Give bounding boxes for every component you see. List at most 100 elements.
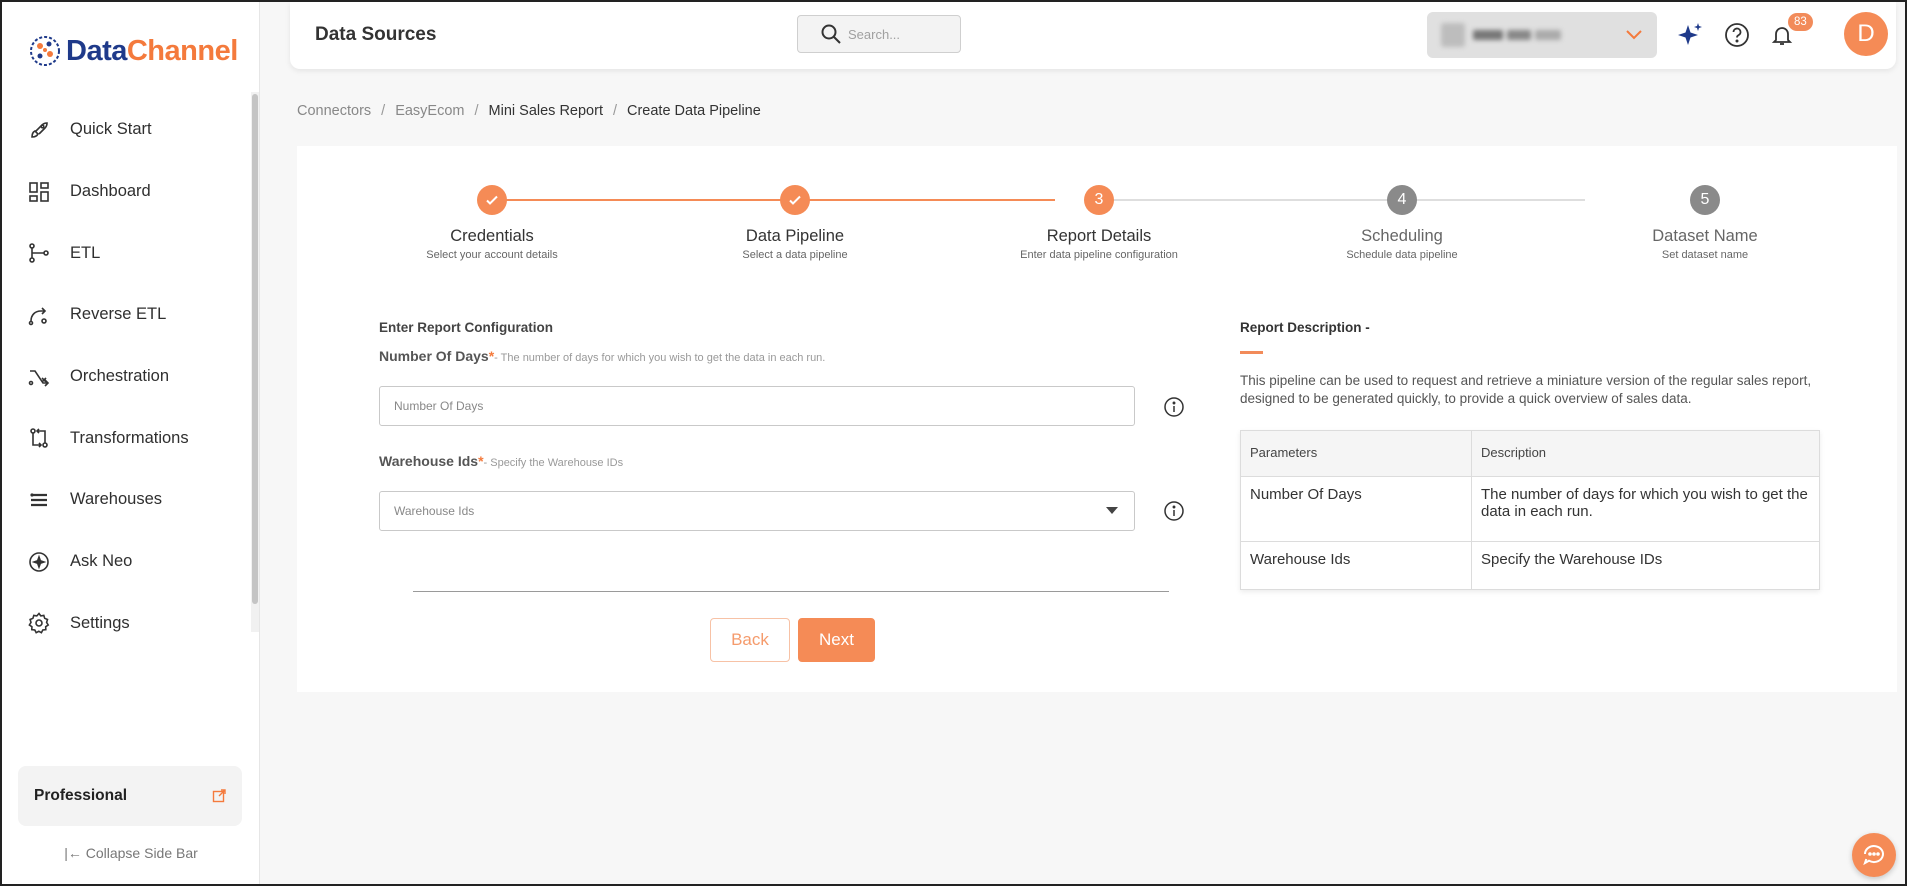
breadcrumb-easyecom[interactable]: EasyEcom [395, 103, 464, 119]
step-scheduling[interactable]: 4 Scheduling Schedule data pipeline [1252, 185, 1552, 261]
breadcrumb-create-pipeline: Create Data Pipeline [627, 103, 761, 119]
dropdown-arrow-icon [1106, 507, 1118, 514]
transformations-icon [26, 425, 52, 451]
sidebar-item-label: Dashboard [70, 182, 151, 201]
sparkles-icon [1678, 23, 1702, 45]
table-cell: Warehouse Ids [1240, 541, 1472, 590]
table-row: Warehouse Ids Specify the Warehouse IDs [1240, 541, 1820, 590]
step-number: 4 [1387, 185, 1417, 215]
workspace-name-blurred [1441, 23, 1561, 47]
sidebar-item-label: Ask Neo [70, 552, 133, 571]
next-button[interactable]: Next [798, 618, 875, 662]
help-button[interactable] [1722, 20, 1752, 50]
dashboard-icon [26, 179, 52, 205]
table-header-row: Parameters Description [1240, 430, 1820, 477]
page-title: Data Sources [315, 24, 437, 45]
info-icon[interactable] [1163, 500, 1185, 522]
sidebar-item-label: Orchestration [70, 367, 170, 386]
gear-icon [26, 610, 52, 636]
sidebar-item-quick-start[interactable]: Quick Start [2, 99, 252, 161]
label-text: Number Of Days [379, 348, 489, 364]
collapse-label: Collapse Side Bar [85, 845, 198, 861]
step-title: Report Details [1046, 227, 1152, 245]
warehouse-ids-label: Warehouse Ids*- Specify the Warehouse ID… [379, 453, 623, 469]
sidebar-item-transformations[interactable]: Transformations [2, 407, 252, 469]
collapse-sidebar-button[interactable]: |← Collapse Side Bar [2, 845, 260, 861]
step-title: Dataset Name [1652, 227, 1758, 245]
sidebar-item-etl[interactable]: ETL [2, 222, 252, 284]
step-dataset-name[interactable]: 5 Dataset Name Set dataset name [1555, 185, 1855, 261]
sidebar-item-dashboard[interactable]: Dashboard [2, 161, 252, 223]
number-of-days-label: Number Of Days*- The number of days for … [379, 348, 825, 364]
number-of-days-placeholder: Number Of Days [394, 399, 484, 413]
warehouse-ids-select[interactable]: Warehouse Ids [379, 491, 1135, 531]
sidebar-item-label: Settings [70, 613, 130, 632]
label-text: Warehouse Ids [379, 453, 479, 469]
plan-card[interactable]: Professional [18, 766, 242, 826]
check-icon [780, 185, 810, 215]
avatar[interactable]: D [1844, 12, 1888, 56]
sidebar-scrollbar[interactable] [252, 94, 258, 604]
sidebar-item-ask-neo[interactable]: Ask Neo [2, 531, 252, 593]
workspace-placeholder-bars [1473, 30, 1561, 40]
parameters-table: Parameters Description Number Of Days Th… [1240, 430, 1820, 590]
step-number: 5 [1690, 185, 1720, 215]
orchestration-icon [26, 364, 52, 390]
etl-icon [26, 240, 52, 266]
sidebar-item-label: Warehouses [70, 490, 163, 509]
step-title: Data Pipeline [745, 227, 845, 245]
number-of-days-field[interactable]: Number Of Days [379, 386, 1135, 426]
report-config-form: Enter Report Configuration Number Of Day… [379, 320, 1199, 531]
sidebar-item-settings[interactable]: Settings [2, 593, 252, 655]
form-divider [413, 591, 1169, 592]
search-box[interactable] [797, 15, 961, 53]
check-icon [477, 185, 507, 215]
table-cell: Specify the Warehouse IDs [1471, 541, 1820, 590]
breadcrumb-mini-sales-report[interactable]: Mini Sales Report [489, 103, 603, 119]
logo-text-channel: Channel [126, 34, 238, 67]
breadcrumb: Connectors / EasyEcom / Mini Sales Repor… [297, 103, 761, 119]
top-header: Data Sources 83 D [290, 2, 1896, 69]
logo-text: DataChannel [66, 35, 238, 68]
warehouse-ids-placeholder: Warehouse Ids [394, 504, 475, 518]
datachannel-logo-icon [30, 36, 60, 66]
step-report-details[interactable]: 3 Report Details Enter data pipeline con… [949, 185, 1249, 261]
back-button[interactable]: Back [710, 618, 790, 662]
sidebar-item-label: Reverse ETL [70, 305, 167, 324]
rocket-icon [26, 117, 52, 143]
ai-sparkle-button[interactable] [1675, 20, 1705, 50]
info-icon[interactable] [1163, 396, 1185, 418]
field-hint: - The number of days for which you wish … [494, 352, 826, 364]
search-input[interactable] [848, 26, 948, 42]
step-data-pipeline[interactable]: Data Pipeline Select a data pipeline [645, 185, 945, 261]
table-header: Parameters [1240, 430, 1472, 477]
table-header: Description [1471, 430, 1820, 477]
create-pipeline-card: Credentials Select your account details … [297, 146, 1897, 692]
chevron-down-icon [1626, 30, 1642, 40]
breadcrumb-separator: / [612, 103, 617, 119]
description-underline [1240, 351, 1263, 354]
step-subtitle: Select your account details [426, 249, 558, 261]
sidebar-item-label: Quick Start [70, 120, 152, 139]
sparkle-icon [26, 549, 52, 575]
help-icon [1725, 23, 1749, 47]
logo-text-data: Data [66, 34, 127, 67]
step-title: Scheduling [1361, 227, 1443, 245]
sidebar-item-reverse-etl[interactable]: Reverse ETL [2, 284, 252, 346]
step-credentials[interactable]: Credentials Select your account details [342, 185, 642, 261]
external-link-icon[interactable] [212, 789, 226, 803]
logo[interactable]: DataChannel [28, 34, 238, 68]
sidebar-item-orchestration[interactable]: Orchestration [2, 346, 252, 408]
breadcrumb-connectors[interactable]: Connectors [297, 103, 371, 119]
workspace-selector[interactable] [1427, 12, 1657, 58]
section-title: Enter Report Configuration [379, 320, 553, 335]
description-title: Report Description - [1240, 320, 1370, 335]
stepper: Credentials Select your account details … [297, 146, 1897, 276]
report-description: Report Description - This pipeline can b… [1240, 320, 1820, 590]
workspace-icon [1441, 23, 1465, 47]
chat-button[interactable] [1852, 833, 1896, 877]
collapse-arrow-icon: |← [64, 845, 86, 861]
description-text: This pipeline can be used to request and… [1240, 373, 1812, 406]
sidebar-item-warehouses[interactable]: Warehouses [2, 469, 252, 531]
breadcrumb-separator: / [381, 103, 386, 119]
